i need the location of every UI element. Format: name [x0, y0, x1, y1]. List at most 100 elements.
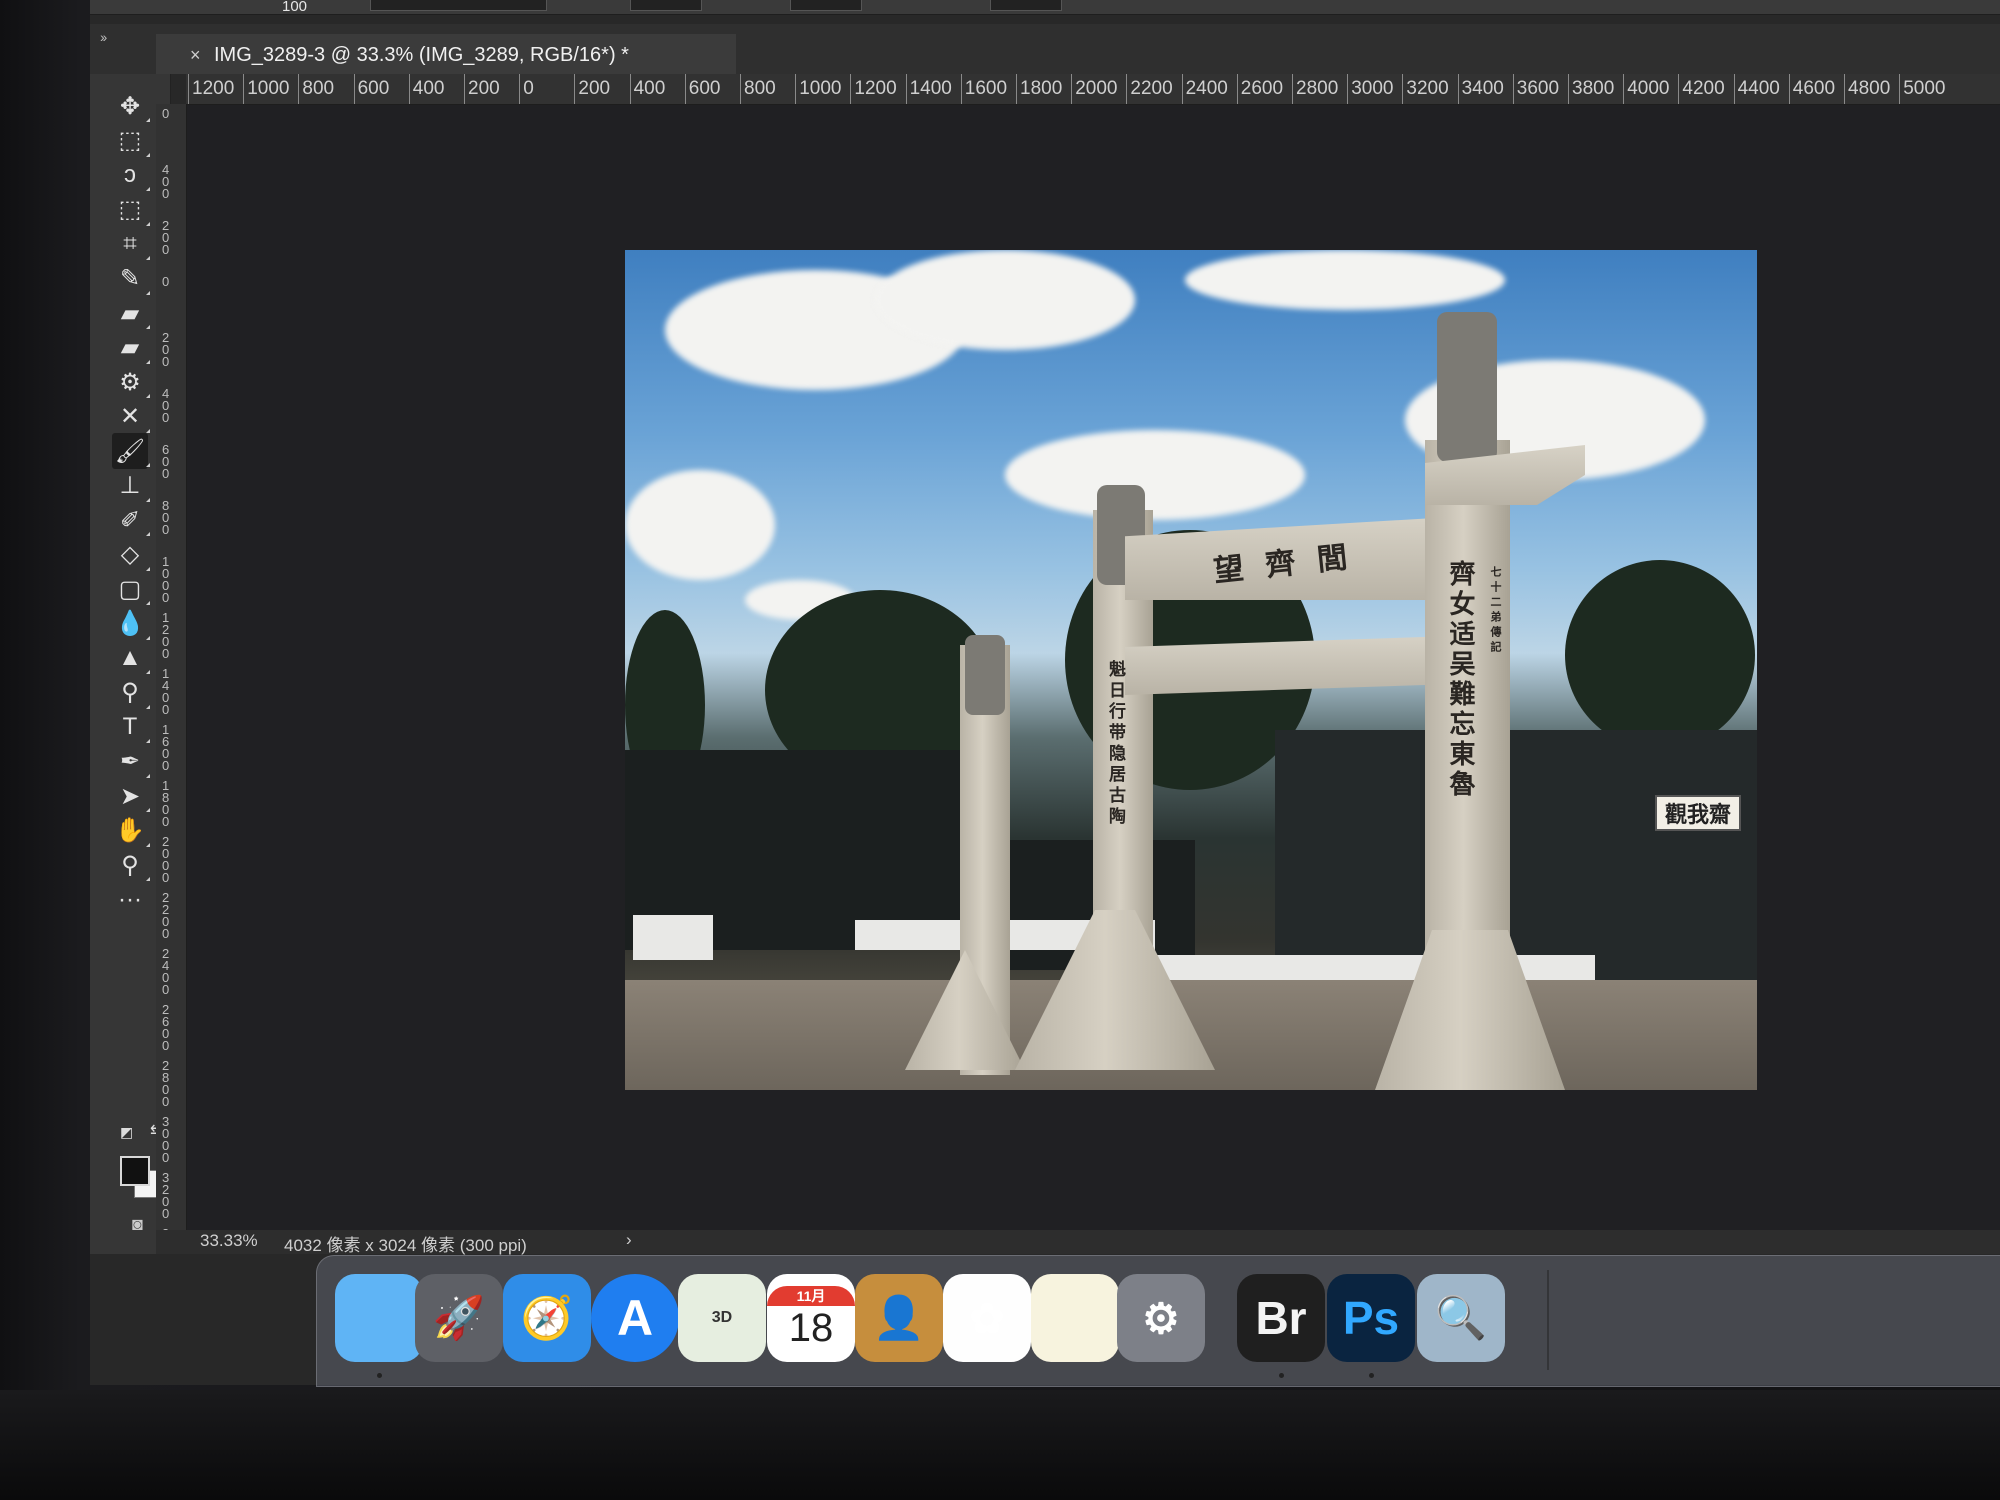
canvas-area[interactable]: 觀我齋 望齊閭 魁日行带隐居古陶 齊女适吴難忘東魯 七十二弟傳記	[187, 105, 2000, 1230]
contacts-icon[interactable]: 👤	[855, 1274, 943, 1362]
ruler-tick	[188, 74, 189, 104]
healing-brush-tool-icon[interactable]: ▰	[112, 330, 150, 366]
dodge-tool-icon[interactable]: ⚲	[112, 675, 150, 711]
system-preferences-icon[interactable]: ⚙	[1117, 1274, 1205, 1362]
safari-label: 🧭	[520, 1293, 574, 1341]
marquee-tool-icon[interactable]: ⬚	[112, 123, 150, 159]
photos-icon[interactable]: ✿	[943, 1274, 1031, 1362]
contacts-label: 👤	[872, 1293, 926, 1341]
preview-label: 🔍	[1434, 1293, 1488, 1341]
ruler-tick	[740, 74, 741, 104]
ruler-tick	[1071, 74, 1073, 104]
calendar-icon[interactable]: 11月 18	[767, 1274, 855, 1362]
ruler-label: 4400	[1737, 78, 1780, 99]
ruler-label: 3200	[162, 1170, 170, 1221]
ruler-label: 200	[468, 78, 500, 99]
type-tool-icon[interactable]: T	[112, 709, 150, 745]
app-store-icon[interactable]: A	[591, 1274, 679, 1362]
eraser-tool-icon[interactable]: ◇	[112, 537, 150, 573]
options-field[interactable]	[370, 0, 547, 11]
collapse-panels-icon[interactable]: ››	[100, 29, 107, 45]
object-selection-tool-icon[interactable]: ⬚	[112, 192, 150, 228]
ruler-tick	[1844, 74, 1845, 104]
hand-tool-icon[interactable]: ✋	[112, 813, 150, 849]
brush-tool-icon[interactable]: 🖌	[112, 433, 150, 469]
notes-icon[interactable]	[1031, 1274, 1119, 1362]
ruler-label: 0	[162, 106, 170, 121]
options-field[interactable]	[790, 0, 862, 11]
ruler-label: 1200	[192, 78, 235, 99]
ruler-label: 400	[633, 78, 666, 99]
ruler-label: 1800	[162, 778, 170, 829]
ruler-label: 2000	[162, 834, 170, 885]
ruler-tick	[1292, 74, 1293, 104]
document-image[interactable]: 觀我齋 望齊閭 魁日行带隐居古陶 齊女适吴難忘東魯 七十二弟傳記	[625, 250, 1757, 1090]
running-indicator	[1279, 1373, 1284, 1378]
safari-icon[interactable]: 🧭	[503, 1274, 591, 1362]
right-pillar-small-inscription: 七十二弟傳記	[1489, 566, 1502, 656]
default-colors-icon[interactable]: ◩	[120, 1124, 133, 1141]
maps-icon[interactable]: 3D	[678, 1274, 766, 1362]
options-value[interactable]: 100	[282, 0, 307, 15]
ruler-label: 800	[302, 78, 335, 99]
ruler-label: 400	[162, 386, 170, 425]
dock: 🚀 🧭 A 3D 11月 18 👤 ✿ ⚙ Br Ps 🔍	[316, 1255, 2000, 1387]
photoshop-label: Ps	[1342, 1292, 1400, 1344]
move-tool-icon[interactable]: ✥	[112, 88, 150, 124]
calendar-month: 11月	[767, 1285, 855, 1306]
gradient-tool-icon[interactable]: ▢	[112, 571, 150, 607]
ruler-tick	[1347, 74, 1349, 104]
cloud	[1005, 430, 1305, 520]
zoom-tool-icon[interactable]: ⚲	[112, 847, 150, 883]
ruler-label: 2400	[1185, 78, 1228, 99]
lasso-tool-icon[interactable]: ↄ	[112, 157, 150, 193]
status-menu-arrow[interactable]: ›	[626, 1230, 632, 1250]
calendar-day: 18	[788, 1305, 834, 1350]
options-field[interactable]	[990, 0, 1062, 11]
content-aware-move-tool-icon[interactable]: ✕	[112, 399, 150, 435]
close-icon[interactable]: ×	[190, 45, 201, 66]
patch-tool-icon[interactable]: ⚙	[112, 364, 150, 400]
maps-label: 3D	[711, 1309, 733, 1326]
ruler-label: 1000	[162, 554, 170, 605]
sharpen-tool-icon[interactable]: ▲	[112, 640, 150, 676]
ruler-label: 600	[162, 442, 170, 481]
ruler-tick	[1788, 74, 1790, 104]
ruler-label: 3000	[162, 1114, 170, 1165]
ruler-tick	[1512, 74, 1514, 104]
ruler-label: 2000	[1075, 78, 1118, 99]
tree	[1565, 560, 1755, 750]
photoshop-icon[interactable]: Ps	[1327, 1274, 1415, 1362]
quick-mask-icon[interactable]: ◙	[132, 1214, 143, 1235]
ruler-label: 2200	[1130, 78, 1173, 99]
pillar-cap	[965, 635, 1005, 715]
ruler-label: 200	[162, 330, 170, 369]
ruler-tick	[1678, 74, 1680, 104]
launchpad-icon[interactable]: 🚀	[415, 1274, 503, 1362]
blur-tool-icon[interactable]: 💧	[112, 606, 150, 642]
zoom-level[interactable]: 33.33%	[200, 1231, 258, 1251]
preview-icon[interactable]: 🔍	[1417, 1274, 1505, 1362]
vertical-ruler: 0 400 200 0 200 400 600 800 1000 1200 1400 1600 1800…	[156, 104, 187, 1244]
building-plaque: 觀我齋	[1655, 795, 1742, 831]
bridge-icon[interactable]: Br	[1237, 1274, 1325, 1362]
history-brush-tool-icon[interactable]: ✐	[112, 502, 150, 538]
path-selection-tool-icon[interactable]: ➤	[112, 778, 150, 814]
system-preferences-label: ⚙	[1142, 1294, 1180, 1342]
ruler-label: 800	[744, 78, 776, 99]
foreground-color-swatch[interactable]	[120, 1156, 150, 1186]
clone-stamp-tool-icon[interactable]: ⊥	[112, 468, 150, 504]
eyedropper-tool-icon[interactable]: ✎	[112, 261, 150, 297]
spot-healing-tool-icon[interactable]: ▰	[112, 295, 150, 331]
left-pillar-inscription: 魁日行带隐居古陶	[1105, 660, 1125, 828]
finder-icon[interactable]	[335, 1274, 423, 1362]
edit-toolbar-icon[interactable]: ···	[112, 882, 148, 918]
crop-tool-icon[interactable]: ⌗	[112, 226, 150, 262]
ruler-label: 4800	[1848, 78, 1891, 99]
document-tab[interactable]: × IMG_3289-3 @ 33.3% (IMG_3289, RGB/16*)…	[156, 34, 736, 74]
bridge-label: Br	[1255, 1292, 1307, 1344]
ruler-label: 1600	[162, 722, 170, 773]
options-field[interactable]	[630, 0, 702, 11]
pen-tool-icon[interactable]: ✒	[112, 744, 150, 780]
ruler-label: 1000	[799, 78, 842, 99]
